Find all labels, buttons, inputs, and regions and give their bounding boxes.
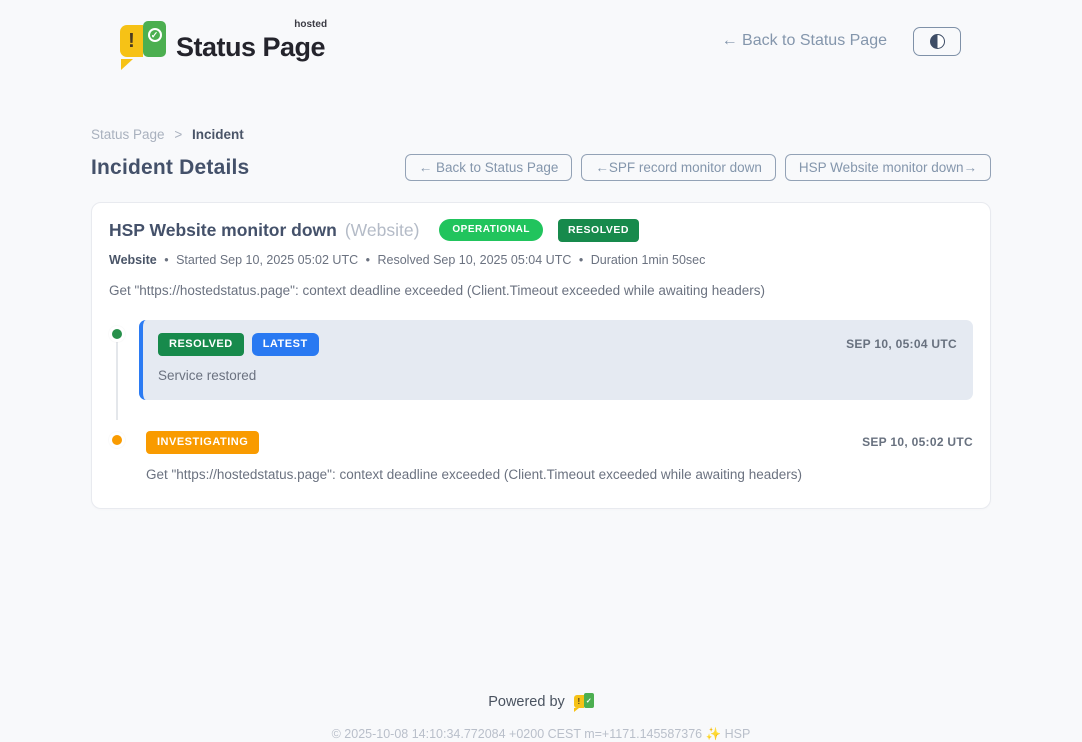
prev-incident-button[interactable]: ←SPF record monitor down bbox=[581, 154, 776, 181]
operational-badge: OPERATIONAL bbox=[439, 219, 543, 241]
logo-exclaim-icon: ! bbox=[120, 25, 143, 57]
breadcrumb-separator: > bbox=[174, 127, 182, 142]
brand-text: Status Page hosted bbox=[176, 24, 325, 61]
status-page-logo-icon: ! ✓ bbox=[120, 21, 166, 61]
incident-timeline: RESOLVED LATEST SEP 10, 05:04 UTC Servic… bbox=[109, 320, 973, 482]
timeline-message: Service restored bbox=[158, 368, 957, 383]
header-back-link[interactable]: ← Back to Status Page bbox=[722, 32, 887, 50]
brand-name: Status Page bbox=[176, 32, 325, 62]
meta-started: Started Sep 10, 2025 05:02 UTC bbox=[176, 253, 358, 267]
site-header: ! ✓ Status Page hosted ← Back to Status … bbox=[0, 0, 1082, 66]
incident-title: HSP Website monitor down bbox=[109, 220, 337, 241]
incident-card: HSP Website monitor down (Website) OPERA… bbox=[91, 202, 991, 509]
timeline-latest-box: RESOLVED LATEST SEP 10, 05:04 UTC Servic… bbox=[139, 320, 973, 400]
header-actions: ← Back to Status Page bbox=[722, 27, 961, 56]
meta-separator: • bbox=[164, 253, 168, 267]
page-title: Incident Details bbox=[91, 156, 249, 180]
timeline-timestamp: SEP 10, 05:02 UTC bbox=[862, 435, 973, 449]
timeline-entry-head: INVESTIGATING SEP 10, 05:02 UTC bbox=[146, 431, 973, 454]
timeline-badges: INVESTIGATING bbox=[146, 431, 259, 454]
breadcrumb-incident: Incident bbox=[192, 127, 244, 142]
powered-by-link[interactable]: Powered by ! ✓ bbox=[488, 693, 594, 710]
contrast-icon bbox=[930, 34, 945, 49]
footer-logo-icon: ! ✓ bbox=[574, 693, 594, 710]
timeline-entry-head: RESOLVED LATEST SEP 10, 05:04 UTC bbox=[158, 333, 957, 356]
title-row: Incident Details ← Back to Status Page ←… bbox=[91, 154, 991, 181]
timeline-entry-investigating: INVESTIGATING SEP 10, 05:02 UTC Get "htt… bbox=[139, 431, 973, 482]
next-incident-button[interactable]: HSP Website monitor down→ bbox=[785, 154, 991, 181]
timeline-resolved-badge: RESOLVED bbox=[158, 333, 244, 356]
timeline-timestamp: SEP 10, 05:04 UTC bbox=[846, 337, 957, 351]
meta-component: Website bbox=[109, 253, 157, 267]
investigating-dot-icon bbox=[109, 432, 125, 448]
breadcrumb: Status Page > Incident bbox=[91, 127, 991, 142]
meta-separator: • bbox=[366, 253, 370, 267]
incident-component: (Website) bbox=[345, 220, 420, 241]
breadcrumb-status-page[interactable]: Status Page bbox=[91, 127, 165, 142]
logo-speech-tail bbox=[121, 59, 133, 70]
resolved-dot-icon bbox=[109, 326, 125, 342]
incident-nav-buttons: ← Back to Status Page ←SPF record monito… bbox=[405, 154, 991, 181]
incident-meta: Website • Started Sep 10, 2025 05:02 UTC… bbox=[109, 253, 973, 267]
logo-check-icon: ✓ bbox=[143, 21, 166, 57]
timeline-investigating-badge: INVESTIGATING bbox=[146, 431, 259, 454]
brand-logo[interactable]: ! ✓ Status Page hosted bbox=[120, 21, 325, 61]
timeline-badges: RESOLVED LATEST bbox=[158, 333, 319, 356]
meta-duration: Duration 1min 50sec bbox=[591, 253, 706, 267]
site-footer: Powered by ! ✓ © 2025-10-08 14:10:34.772… bbox=[0, 693, 1082, 742]
incident-description: Get "https://hostedstatus.page": context… bbox=[109, 283, 973, 298]
copyright-line: © 2025-10-08 14:10:34.772084 +0200 CEST … bbox=[0, 727, 1082, 742]
incident-title-row: HSP Website monitor down (Website) OPERA… bbox=[109, 219, 973, 242]
back-to-status-page-button[interactable]: ← Back to Status Page bbox=[405, 154, 573, 181]
powered-by-text: Powered by bbox=[488, 694, 565, 710]
meta-separator: • bbox=[579, 253, 583, 267]
timeline-entry-resolved: RESOLVED LATEST SEP 10, 05:04 UTC Servic… bbox=[139, 320, 973, 400]
timeline-connector-line bbox=[116, 334, 118, 420]
brand-hosted-tag: hosted bbox=[294, 20, 327, 30]
timeline-latest-badge: LATEST bbox=[252, 333, 319, 356]
resolved-badge: RESOLVED bbox=[558, 219, 639, 242]
main-content: Status Page > Incident Incident Details … bbox=[91, 127, 991, 509]
timeline-message: Get "https://hostedstatus.page": context… bbox=[146, 467, 973, 482]
theme-toggle-button[interactable] bbox=[913, 27, 961, 56]
meta-resolved: Resolved Sep 10, 2025 05:04 UTC bbox=[377, 253, 571, 267]
